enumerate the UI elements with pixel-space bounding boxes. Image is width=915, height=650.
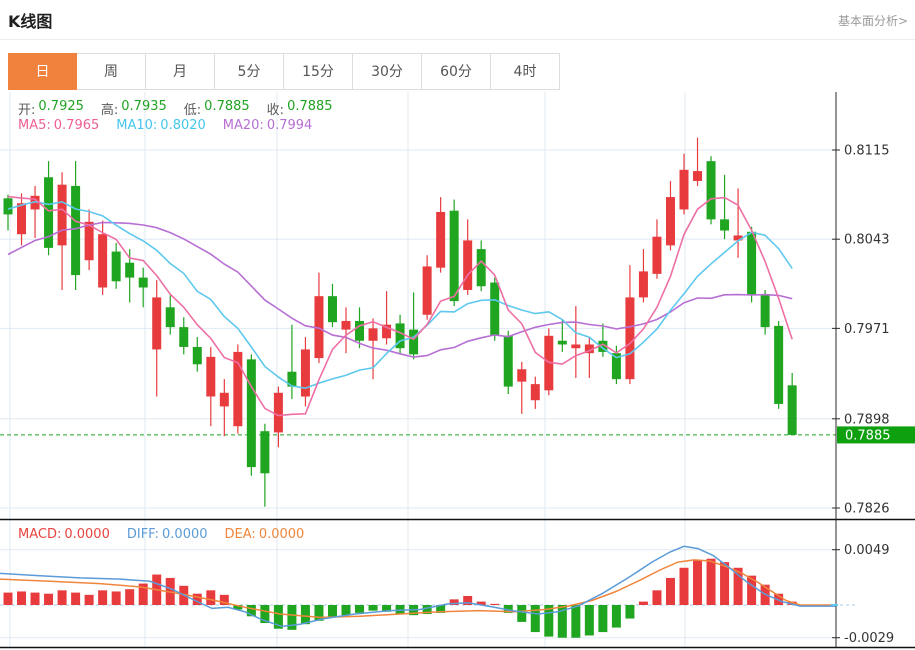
svg-text:-0.0029: -0.0029 <box>844 631 894 646</box>
svg-text:0.7885: 0.7885 <box>845 428 891 443</box>
svg-text:0.7971: 0.7971 <box>844 322 890 337</box>
svg-text:0.8043: 0.8043 <box>844 233 890 248</box>
svg-text:0.7898: 0.7898 <box>844 412 890 427</box>
svg-text:0.7826: 0.7826 <box>844 501 890 516</box>
svg-text:0.0049: 0.0049 <box>844 543 890 558</box>
kline-chart-canvas[interactable]: 0.8115 0.8043 0.7971 0.7898 0.7826 0.0049 -0.0… <box>0 0 915 650</box>
svg-text:0.8115: 0.8115 <box>844 144 890 159</box>
